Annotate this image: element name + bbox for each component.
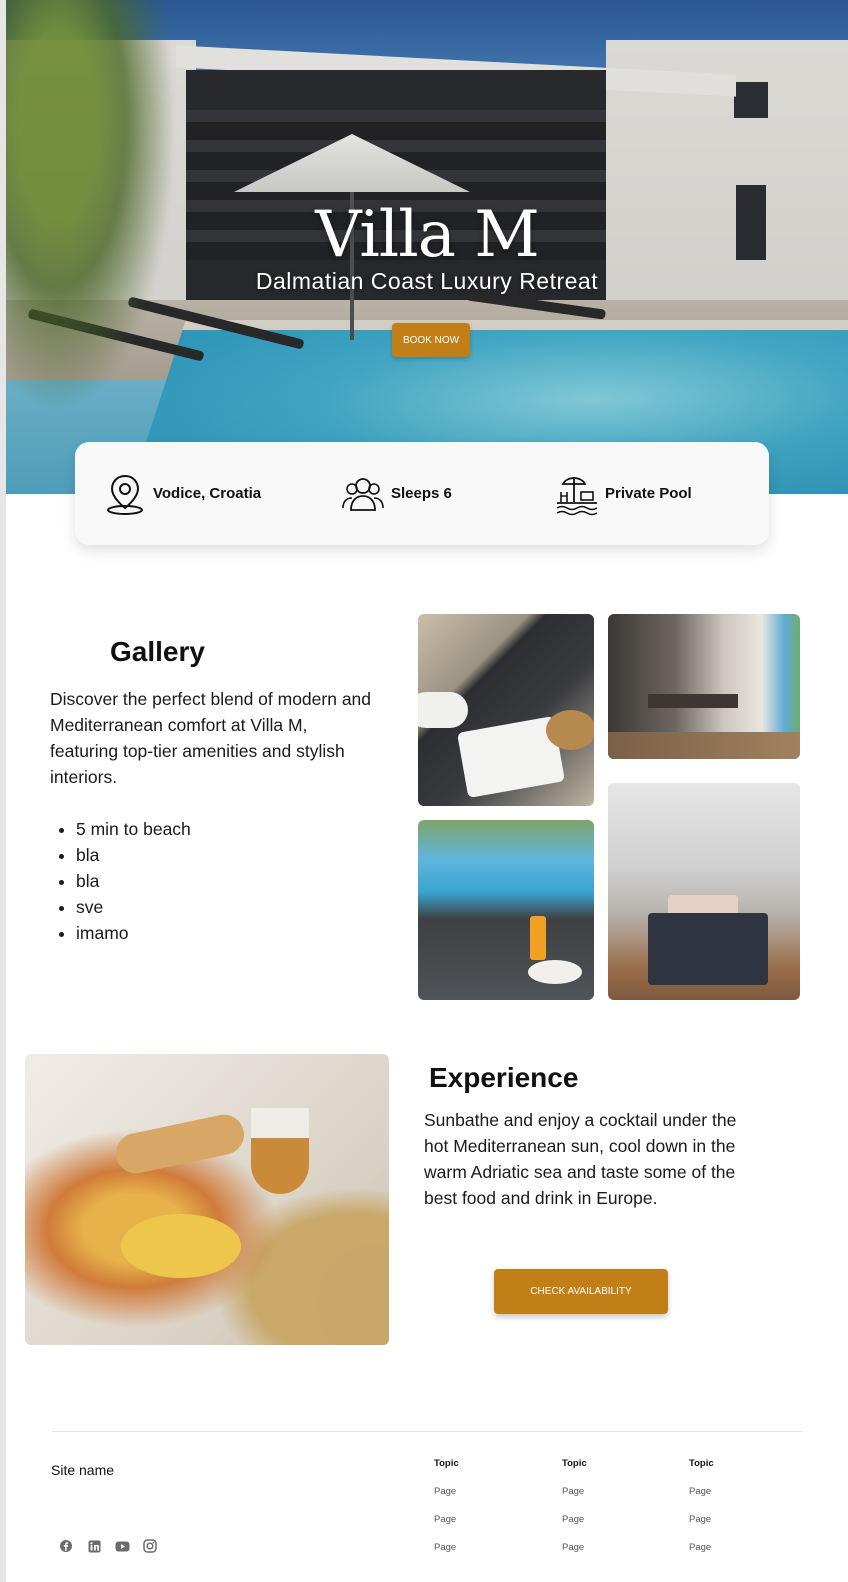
youtube-icon[interactable] bbox=[112, 1536, 132, 1556]
feature-location: Vodice, Croatia bbox=[103, 442, 261, 545]
feature-label: Vodice, Croatia bbox=[153, 485, 262, 502]
footer-column: Topic Page Page Page bbox=[434, 1458, 534, 1556]
footer-link[interactable]: Page bbox=[562, 1486, 662, 1500]
pool-umbrella-icon bbox=[555, 472, 599, 516]
experience-title: Experience bbox=[429, 1062, 579, 1093]
gallery-photo-dining[interactable] bbox=[608, 614, 800, 759]
footer-link[interactable]: Page bbox=[689, 1486, 789, 1500]
footer-topic: Topic bbox=[562, 1458, 587, 1469]
list-item: bla bbox=[76, 842, 191, 868]
footer-topic: Topic bbox=[689, 1458, 714, 1469]
check-availability-button[interactable]: CHECK AVAILABILITY bbox=[494, 1269, 668, 1314]
footer-link[interactable]: Page bbox=[562, 1542, 662, 1556]
experience-description: Sunbathe and enjoy a cocktail under the … bbox=[424, 1110, 737, 1208]
features-card: Vodice, Croatia Sleeps 6 Private Pool bbox=[75, 442, 769, 545]
linkedin-icon[interactable] bbox=[84, 1536, 104, 1556]
list-item: 5 min to beach bbox=[76, 816, 191, 842]
hero-title: Villa M bbox=[315, 198, 540, 272]
feature-sleeps: Sleeps 6 bbox=[341, 442, 452, 545]
map-pin-icon bbox=[103, 472, 147, 516]
experience-photo bbox=[25, 1054, 389, 1345]
site-name[interactable]: Site name bbox=[51, 1462, 114, 1478]
feature-label: Sleeps 6 bbox=[391, 485, 452, 502]
footer-link[interactable]: Page bbox=[689, 1542, 789, 1556]
users-icon bbox=[341, 472, 385, 516]
feature-pool: Private Pool bbox=[555, 442, 692, 545]
feature-label: Private Pool bbox=[605, 485, 692, 502]
gallery-photo-towels[interactable] bbox=[418, 614, 594, 806]
footer-column: Topic Page Page Page bbox=[562, 1458, 662, 1556]
amenities-list: 5 min to beach bla bla sve imamo bbox=[50, 816, 191, 946]
footer-divider bbox=[52, 1431, 802, 1432]
footer-link[interactable]: Page bbox=[434, 1514, 534, 1528]
hero-image: Villa M Dalmatian Coast Luxury Retreat B… bbox=[6, 0, 848, 494]
footer-link[interactable]: Page bbox=[689, 1514, 789, 1528]
gallery-description: Discover the perfect blend of modern and… bbox=[50, 689, 372, 787]
footer-column: Topic Page Page Page bbox=[689, 1458, 789, 1556]
hero-subtitle: Dalmatian Coast Luxury Retreat bbox=[255, 268, 599, 294]
list-item: bla bbox=[76, 868, 191, 894]
book-now-button[interactable]: BOOK NOW bbox=[392, 323, 470, 357]
instagram-icon[interactable] bbox=[140, 1536, 160, 1556]
facebook-icon[interactable] bbox=[56, 1536, 76, 1556]
footer-topic: Topic bbox=[434, 1458, 459, 1469]
gallery-photo-bedroom[interactable] bbox=[608, 783, 800, 1000]
footer-link[interactable]: Page bbox=[434, 1486, 534, 1500]
footer-link[interactable]: Page bbox=[434, 1542, 534, 1556]
list-item: imamo bbox=[76, 920, 191, 946]
footer-link[interactable]: Page bbox=[562, 1514, 662, 1528]
gallery-photo-poolside-breakfast[interactable] bbox=[418, 820, 594, 1000]
gallery-title: Gallery bbox=[110, 636, 205, 667]
page: Villa M Dalmatian Coast Luxury Retreat B… bbox=[6, 0, 848, 1582]
list-item: sve bbox=[76, 894, 191, 920]
